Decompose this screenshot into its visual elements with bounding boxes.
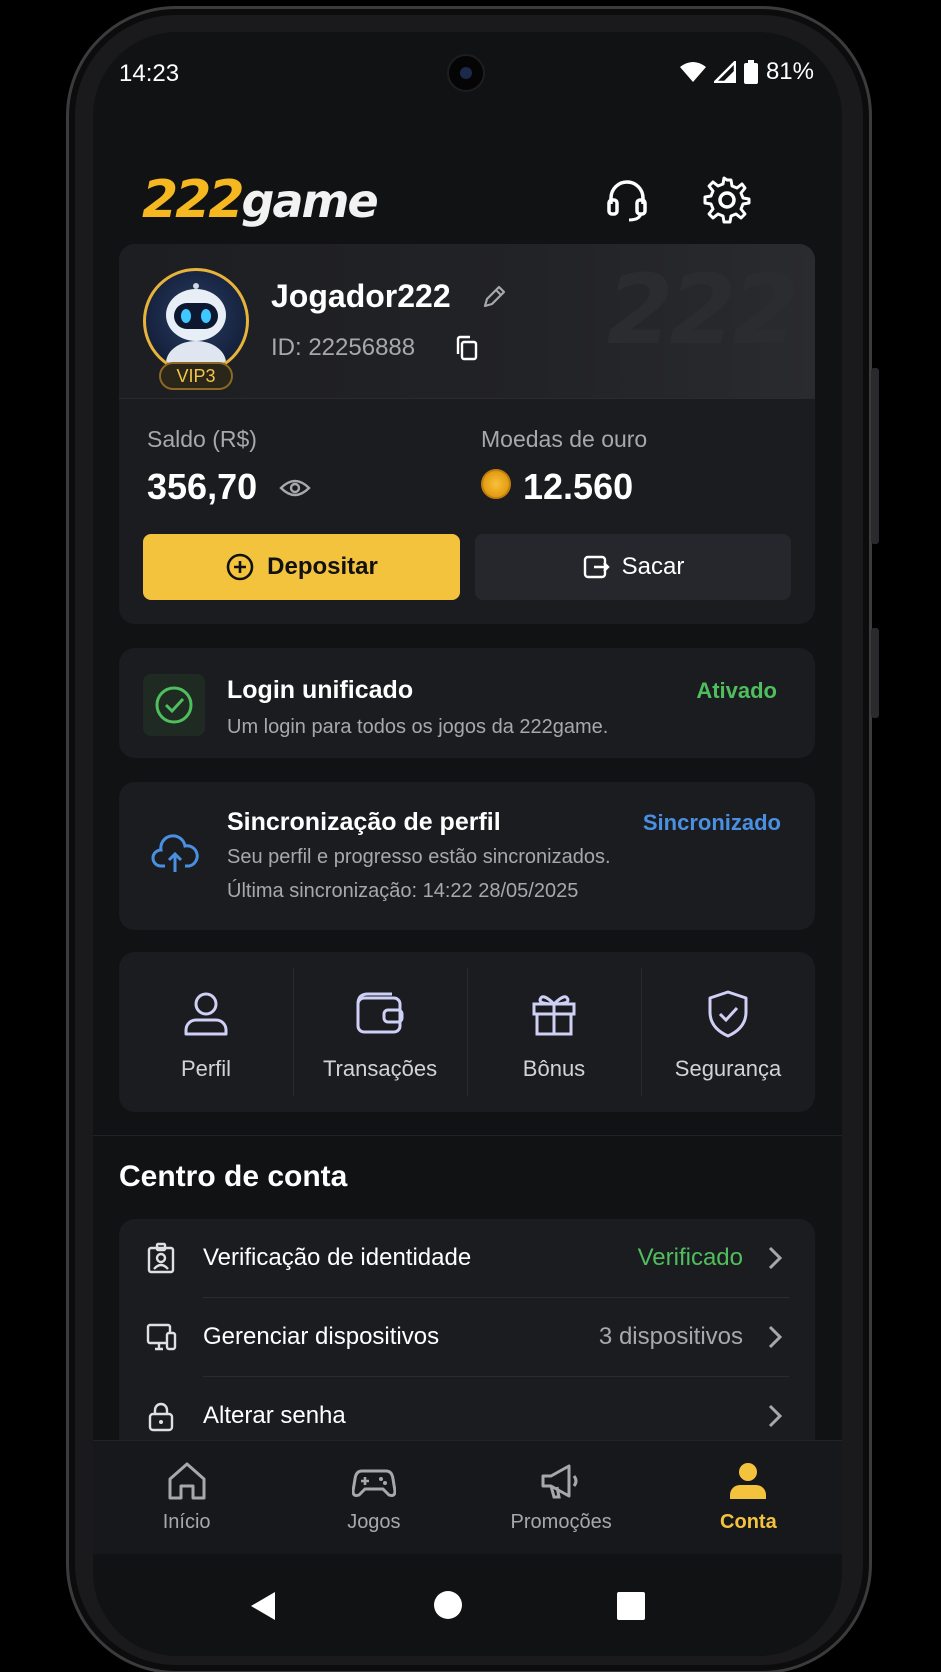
gift-icon — [532, 995, 576, 1036]
nav-games-label: Jogos — [347, 1511, 401, 1533]
nav-promotions[interactable]: Promoções — [468, 1441, 655, 1554]
id-badge-icon — [147, 1242, 175, 1274]
section-divider — [93, 1135, 842, 1136]
quick-security-label: Segurança — [674, 1056, 782, 1081]
sync-title: Sincronização de perfil — [227, 808, 501, 836]
chevron-right-icon — [768, 1325, 783, 1349]
power-button — [871, 628, 879, 718]
quick-profile-label: Perfil — [180, 1056, 232, 1081]
status-bar: 14:23 81% — [93, 32, 842, 112]
headset-icon[interactable] — [603, 176, 651, 224]
nav-home[interactable]: Início — [93, 1441, 280, 1554]
megaphone-icon — [541, 1464, 578, 1499]
wallet-icon — [356, 992, 404, 1034]
status-time: 14:23 — [119, 60, 180, 87]
quick-transactions[interactable]: Transações — [293, 952, 467, 1112]
nav-account-label: Conta — [720, 1511, 777, 1533]
change-password-label: Alterar senha — [203, 1402, 346, 1429]
status-icons: 81% — [679, 58, 814, 86]
gold-coin-icon — [481, 469, 511, 499]
profile-header: 222 VIP3 Jogador222 ID: 22256888 — [119, 244, 815, 399]
battery-percent: 81% — [765, 58, 814, 85]
device-icon — [146, 1323, 177, 1351]
login-status: Ativado — [696, 678, 777, 703]
bottom-nav: Início Jogos Promoções Conta — [93, 1440, 842, 1554]
signal-icon — [713, 61, 736, 83]
check-badge — [143, 674, 205, 736]
user-icon — [184, 992, 228, 1036]
balance-value: 356,70 — [147, 466, 258, 507]
manage-devices-count: 3 dispositivos — [598, 1323, 743, 1350]
sync-subtitle: Seu perfil e progresso estão sincronizad… — [227, 846, 611, 868]
identity-verification-row[interactable]: Verificação de identidade Verificado — [119, 1219, 815, 1297]
quick-bonus-label: Bônus — [522, 1056, 586, 1081]
identity-verification-status: Verificado — [637, 1244, 743, 1271]
quick-transactions-label: Transações — [322, 1056, 438, 1081]
nav-promotions-label: Promoções — [510, 1511, 612, 1533]
app-logo: 222 game — [142, 170, 379, 230]
card-watermark: 222 — [606, 254, 799, 366]
home-circle-icon[interactable] — [433, 1590, 463, 1620]
identity-verification-label: Verificação de identidade — [203, 1244, 472, 1271]
chevron-right-icon — [768, 1246, 783, 1270]
eye-icon[interactable] — [279, 476, 311, 500]
system-navigation — [93, 1554, 842, 1656]
account-center-list: Verificação de identidade Verificado Ger… — [119, 1219, 815, 1459]
recents-square-icon[interactable] — [617, 1592, 645, 1620]
unified-login-card[interactable]: Login unificado Um login para todos os j… — [119, 648, 815, 758]
profile-sync-card[interactable]: Sincronização de perfil Seu perfil e pro… — [119, 782, 815, 930]
copy-icon[interactable] — [454, 335, 480, 361]
wifi-icon — [679, 62, 706, 82]
sync-last-time: Última sincronização: 14:22 28/05/2025 — [227, 880, 579, 902]
withdraw-button[interactable]: Sacar — [475, 534, 791, 600]
deposit-button[interactable]: Depositar — [143, 534, 460, 600]
sync-status: Sincronizado — [642, 810, 781, 835]
balance-label: Saldo (R$) — [147, 426, 257, 452]
logo-text: game — [241, 174, 379, 228]
check-circle-icon — [155, 686, 193, 724]
nav-account[interactable]: Conta — [655, 1441, 842, 1554]
account-center-title: Centro de conta — [119, 1160, 348, 1193]
avatar[interactable] — [143, 268, 249, 374]
cloud-sync-icon — [151, 834, 199, 872]
quick-profile[interactable]: Perfil — [119, 952, 293, 1112]
plus-circle-icon — [226, 553, 254, 581]
nav-home-label: Início — [162, 1511, 211, 1533]
username: Jogador222 — [271, 278, 451, 314]
battery-icon — [743, 60, 758, 84]
vip-badge: VIP3 — [159, 362, 233, 390]
quick-bonus[interactable]: Bônus — [467, 952, 641, 1112]
chevron-right-icon — [768, 1404, 783, 1428]
front-camera — [447, 54, 485, 92]
gamepad-icon — [351, 1469, 396, 1497]
app-screen: 14:23 81% 222 game 222 VIP3 Jogador222 I… — [93, 32, 842, 1656]
shield-check-icon — [708, 990, 748, 1038]
login-subtitle: Um login para todos os jogos da 222game. — [227, 716, 609, 738]
manage-devices-row[interactable]: Gerenciar dispositivos 3 dispositivos — [119, 1298, 815, 1376]
robot-avatar-icon — [166, 283, 226, 371]
quick-security[interactable]: Segurança — [641, 952, 815, 1112]
login-title: Login unificado — [227, 676, 414, 704]
profile-card: 222 VIP3 Jogador222 ID: 22256888 Saldo (… — [119, 244, 815, 624]
user-id: ID: 22256888 — [271, 334, 416, 361]
withdraw-icon — [583, 555, 610, 579]
settings-gear-icon[interactable] — [703, 176, 751, 224]
lock-icon — [148, 1402, 174, 1432]
volume-button — [871, 368, 879, 544]
edit-pencil-icon[interactable] — [481, 284, 507, 310]
withdraw-label: Sacar — [621, 553, 685, 580]
coins-label: Moedas de ouro — [481, 426, 648, 452]
manage-devices-label: Gerenciar dispositivos — [203, 1323, 440, 1350]
nav-games[interactable]: Jogos — [280, 1441, 467, 1554]
coins-value: 12.560 — [523, 466, 634, 507]
quick-actions: Perfil Transações Bônus Segurança — [119, 952, 815, 1112]
back-icon[interactable] — [249, 1590, 277, 1622]
home-icon — [168, 1462, 206, 1500]
logo-number: 222 — [142, 170, 245, 230]
deposit-label: Depositar — [267, 553, 378, 580]
user-filled-icon — [730, 1463, 767, 1499]
